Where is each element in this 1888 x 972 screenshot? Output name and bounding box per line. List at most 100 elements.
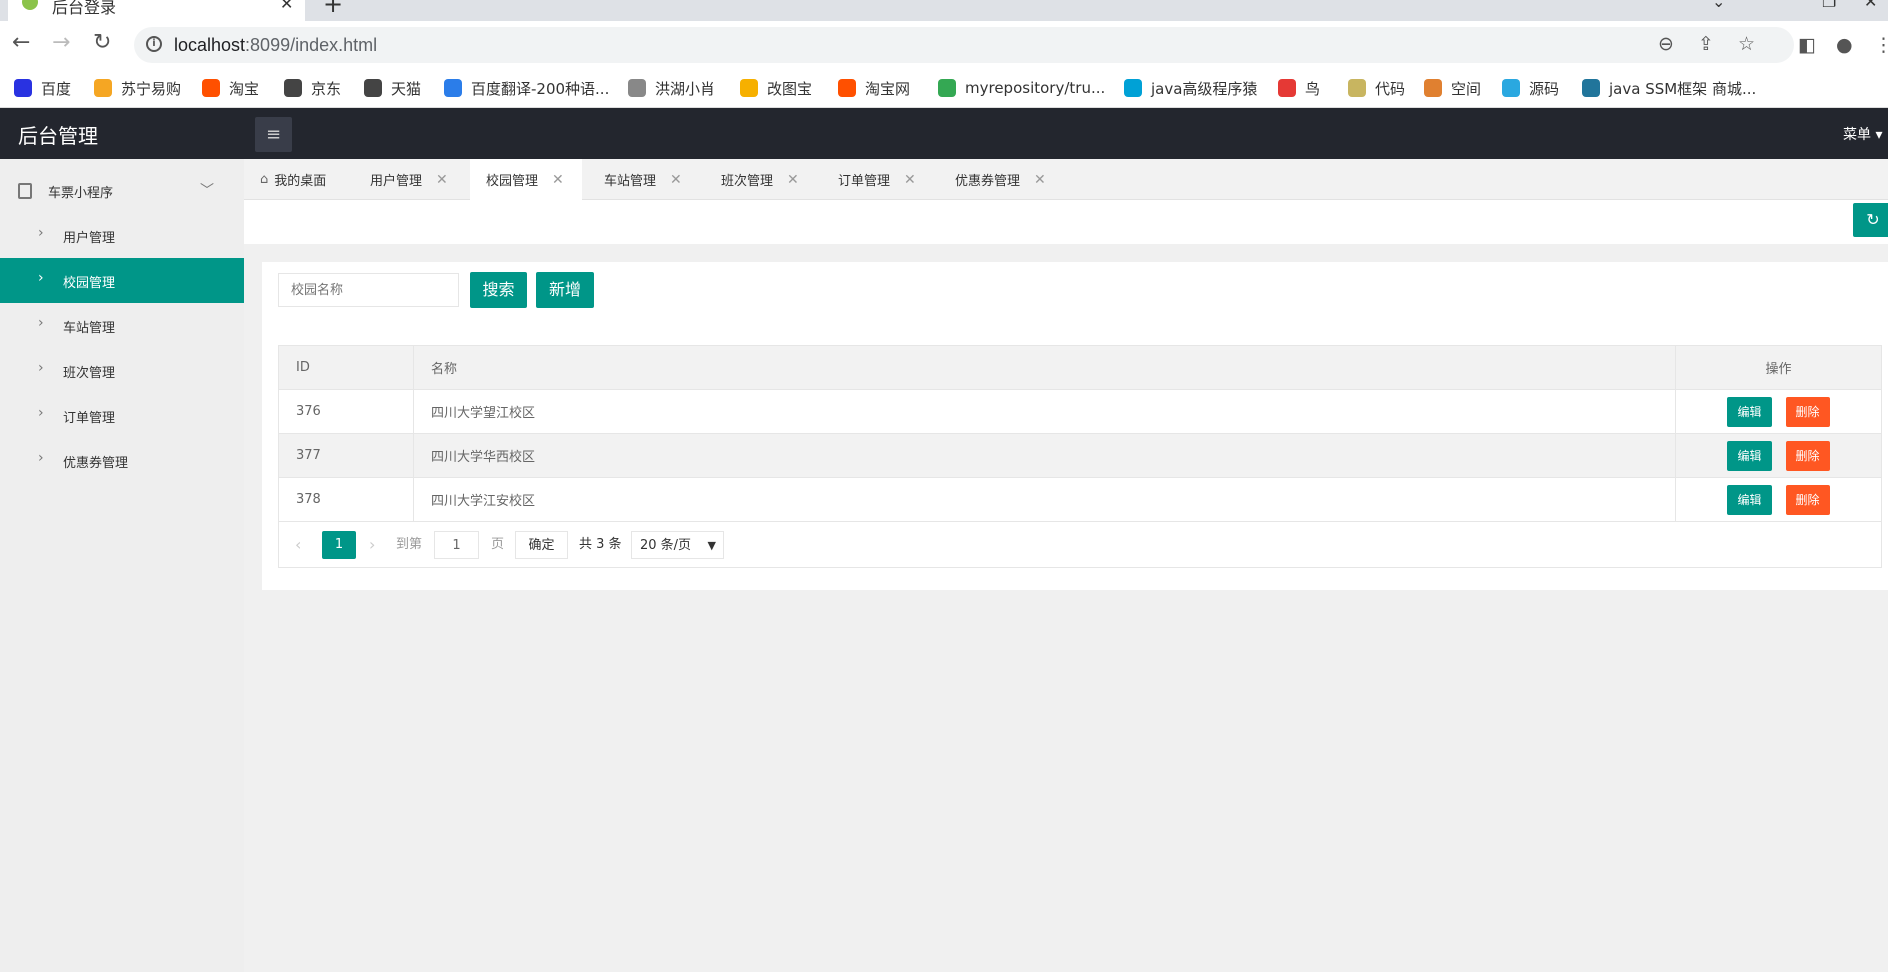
- close-icon[interactable]: ✕: [904, 172, 916, 188]
- bookmark-item[interactable]: 源码: [1502, 78, 1559, 98]
- tab-campus[interactable]: 校园管理 ✕: [470, 159, 582, 200]
- edit-button[interactable]: 编辑: [1727, 484, 1772, 515]
- browser-tabstrip: 后台登录 ✕ + ⌄ ❐ ✕: [0, 0, 1888, 21]
- profile-icon[interactable]: ●: [1836, 34, 1853, 56]
- bookmark-label: 源码: [1529, 79, 1560, 98]
- tab-search-icon[interactable]: ⌄: [1712, 0, 1725, 11]
- delete-button[interactable]: 删除: [1785, 396, 1830, 427]
- side-panel-icon[interactable]: ◧: [1798, 34, 1816, 56]
- restore-window-icon[interactable]: ❐: [1822, 0, 1836, 11]
- cell-actions: 编辑 删除: [1675, 477, 1882, 522]
- tab-label: 我的桌面: [274, 174, 327, 189]
- goto-confirm-button[interactable]: 确定: [515, 531, 568, 559]
- bookmark-item[interactable]: 百度翻译-200种语...: [444, 78, 609, 98]
- bookmark-favicon-icon: [1582, 79, 1600, 97]
- bookmark-item[interactable]: 京东: [284, 78, 341, 98]
- cell-name: 四川大学江安校区: [413, 477, 1676, 522]
- add-button[interactable]: 新增: [536, 272, 594, 308]
- bookmark-label: 鸟: [1305, 79, 1321, 98]
- address-bar[interactable]: i localhost:8099/index.html ⊖ ⇪ ☆: [134, 27, 1794, 63]
- sidebar-item-stations[interactable]: › 车站管理: [0, 303, 244, 348]
- close-window-icon[interactable]: ✕: [1864, 0, 1877, 11]
- bookmark-item[interactable]: java高级程序猿: [1124, 78, 1257, 98]
- delete-button[interactable]: 删除: [1785, 440, 1830, 471]
- new-tab-icon[interactable]: +: [323, 0, 343, 18]
- hamburger-icon[interactable]: ≡: [255, 117, 292, 152]
- bookmark-item[interactable]: 洪湖小肖: [628, 78, 715, 98]
- close-icon[interactable]: ✕: [436, 172, 448, 188]
- page-size-select[interactable]: 20 条/页 ▼: [631, 531, 724, 559]
- bookmark-favicon-icon: [938, 79, 956, 97]
- bookmark-item[interactable]: 空间: [1424, 78, 1481, 98]
- sidebar-group[interactable]: 车票小程序 ﹀: [0, 176, 244, 206]
- close-tab-icon[interactable]: ✕: [280, 0, 293, 13]
- bookmark-label: java SSM框架 商城...: [1609, 79, 1757, 98]
- bookmark-favicon-icon: [1424, 79, 1442, 97]
- campus-table: ID 名称 操作 376 四川大学望江校区 编辑 删除 377 四川大学华西校区 …: [278, 345, 1882, 522]
- campus-name-input[interactable]: [278, 273, 459, 307]
- bookmark-item[interactable]: 百度: [14, 78, 71, 98]
- bookmark-favicon-icon: [1278, 79, 1296, 97]
- cell-id: 377: [278, 433, 414, 478]
- tab-desktop[interactable]: ⌂ 我的桌面: [260, 159, 326, 200]
- next-page-icon[interactable]: ›: [369, 531, 375, 559]
- tab-schedules[interactable]: 班次管理 ✕: [721, 159, 799, 200]
- close-icon[interactable]: ✕: [552, 172, 564, 188]
- bookmark-item[interactable]: 淘宝: [202, 78, 259, 98]
- bookmark-item[interactable]: 鸟: [1278, 78, 1320, 98]
- tab-users[interactable]: 用户管理 ✕: [370, 159, 448, 200]
- edit-button[interactable]: 编辑: [1727, 396, 1772, 427]
- sidebar-item-users[interactable]: › 用户管理: [0, 213, 244, 258]
- bookmark-item[interactable]: 代码: [1348, 78, 1405, 98]
- chevron-right-icon: ›: [38, 315, 44, 331]
- url-path: :8099/index.html: [245, 35, 378, 55]
- page-size-value: 20 条/页: [640, 538, 692, 553]
- site-info-icon[interactable]: i: [146, 36, 162, 52]
- sidebar-item-campus[interactable]: › 校园管理: [0, 258, 244, 303]
- sidebar-item-schedules[interactable]: › 班次管理: [0, 348, 244, 393]
- kebab-menu-icon[interactable]: ⋮: [1874, 34, 1888, 56]
- sidebar-item-label: 用户管理: [63, 231, 116, 246]
- zoom-icon[interactable]: ⊖: [1658, 33, 1674, 55]
- bookmark-label: 百度: [41, 79, 72, 98]
- bookmark-item[interactable]: 改图宝: [740, 78, 812, 98]
- close-icon[interactable]: ✕: [670, 172, 682, 188]
- edit-button[interactable]: 编辑: [1727, 440, 1772, 471]
- browser-toolbar: ← → ↻ i localhost:8099/index.html ⊖ ⇪ ☆ …: [0, 21, 1888, 69]
- forward-icon[interactable]: →: [52, 30, 70, 55]
- bookmark-item[interactable]: 苏宁易购: [94, 78, 181, 98]
- tab-subbar: [244, 200, 1888, 244]
- browser-tab[interactable]: 后台登录 ✕: [8, 0, 305, 21]
- share-icon[interactable]: ⇪: [1698, 33, 1714, 55]
- chevron-right-icon: ›: [38, 405, 44, 421]
- total-count: 共 3 条: [579, 537, 622, 552]
- bookmark-item[interactable]: java SSM框架 商城...: [1582, 78, 1756, 98]
- search-button[interactable]: 搜索: [470, 272, 527, 308]
- delete-button[interactable]: 删除: [1785, 484, 1830, 515]
- close-icon[interactable]: ✕: [787, 172, 799, 188]
- tab-orders[interactable]: 订单管理 ✕: [838, 159, 916, 200]
- bookmark-favicon-icon: [364, 79, 382, 97]
- bookmark-label: 代码: [1375, 79, 1406, 98]
- goto-page-input[interactable]: 1: [434, 531, 479, 559]
- back-icon[interactable]: ←: [12, 30, 30, 55]
- close-icon[interactable]: ✕: [1034, 172, 1046, 188]
- tab-coupons[interactable]: 优惠券管理 ✕: [955, 159, 1046, 200]
- column-header-actions: 操作: [1675, 345, 1882, 390]
- sidebar-item-coupons[interactable]: › 优惠券管理: [0, 438, 244, 483]
- prev-page-icon[interactable]: ‹: [295, 531, 301, 559]
- bookmark-item[interactable]: myrepository/tru...: [938, 78, 1105, 98]
- bookmark-item[interactable]: 天猫: [364, 78, 421, 98]
- bookmark-item[interactable]: 淘宝网: [838, 78, 910, 98]
- bookmark-label: 百度翻译-200种语...: [471, 79, 610, 98]
- header-menu[interactable]: 菜单 ▾: [1843, 124, 1882, 144]
- reload-icon[interactable]: ↻: [93, 30, 111, 55]
- page-tabs: ⌂ 我的桌面 用户管理 ✕ 校园管理 ✕ 车站管理 ✕ 班次管理 ✕ 订单管理 ✕ 优惠券管…: [244, 159, 1888, 200]
- table-row: 376 四川大学望江校区 编辑 删除: [278, 389, 1882, 434]
- page-number-current[interactable]: 1: [322, 531, 356, 559]
- bookmark-star-icon[interactable]: ☆: [1738, 33, 1755, 55]
- chevron-right-icon: ›: [38, 225, 44, 241]
- sidebar-item-orders[interactable]: › 订单管理: [0, 393, 244, 438]
- refresh-icon[interactable]: ↻: [1853, 203, 1888, 237]
- tab-stations[interactable]: 车站管理 ✕: [604, 159, 682, 200]
